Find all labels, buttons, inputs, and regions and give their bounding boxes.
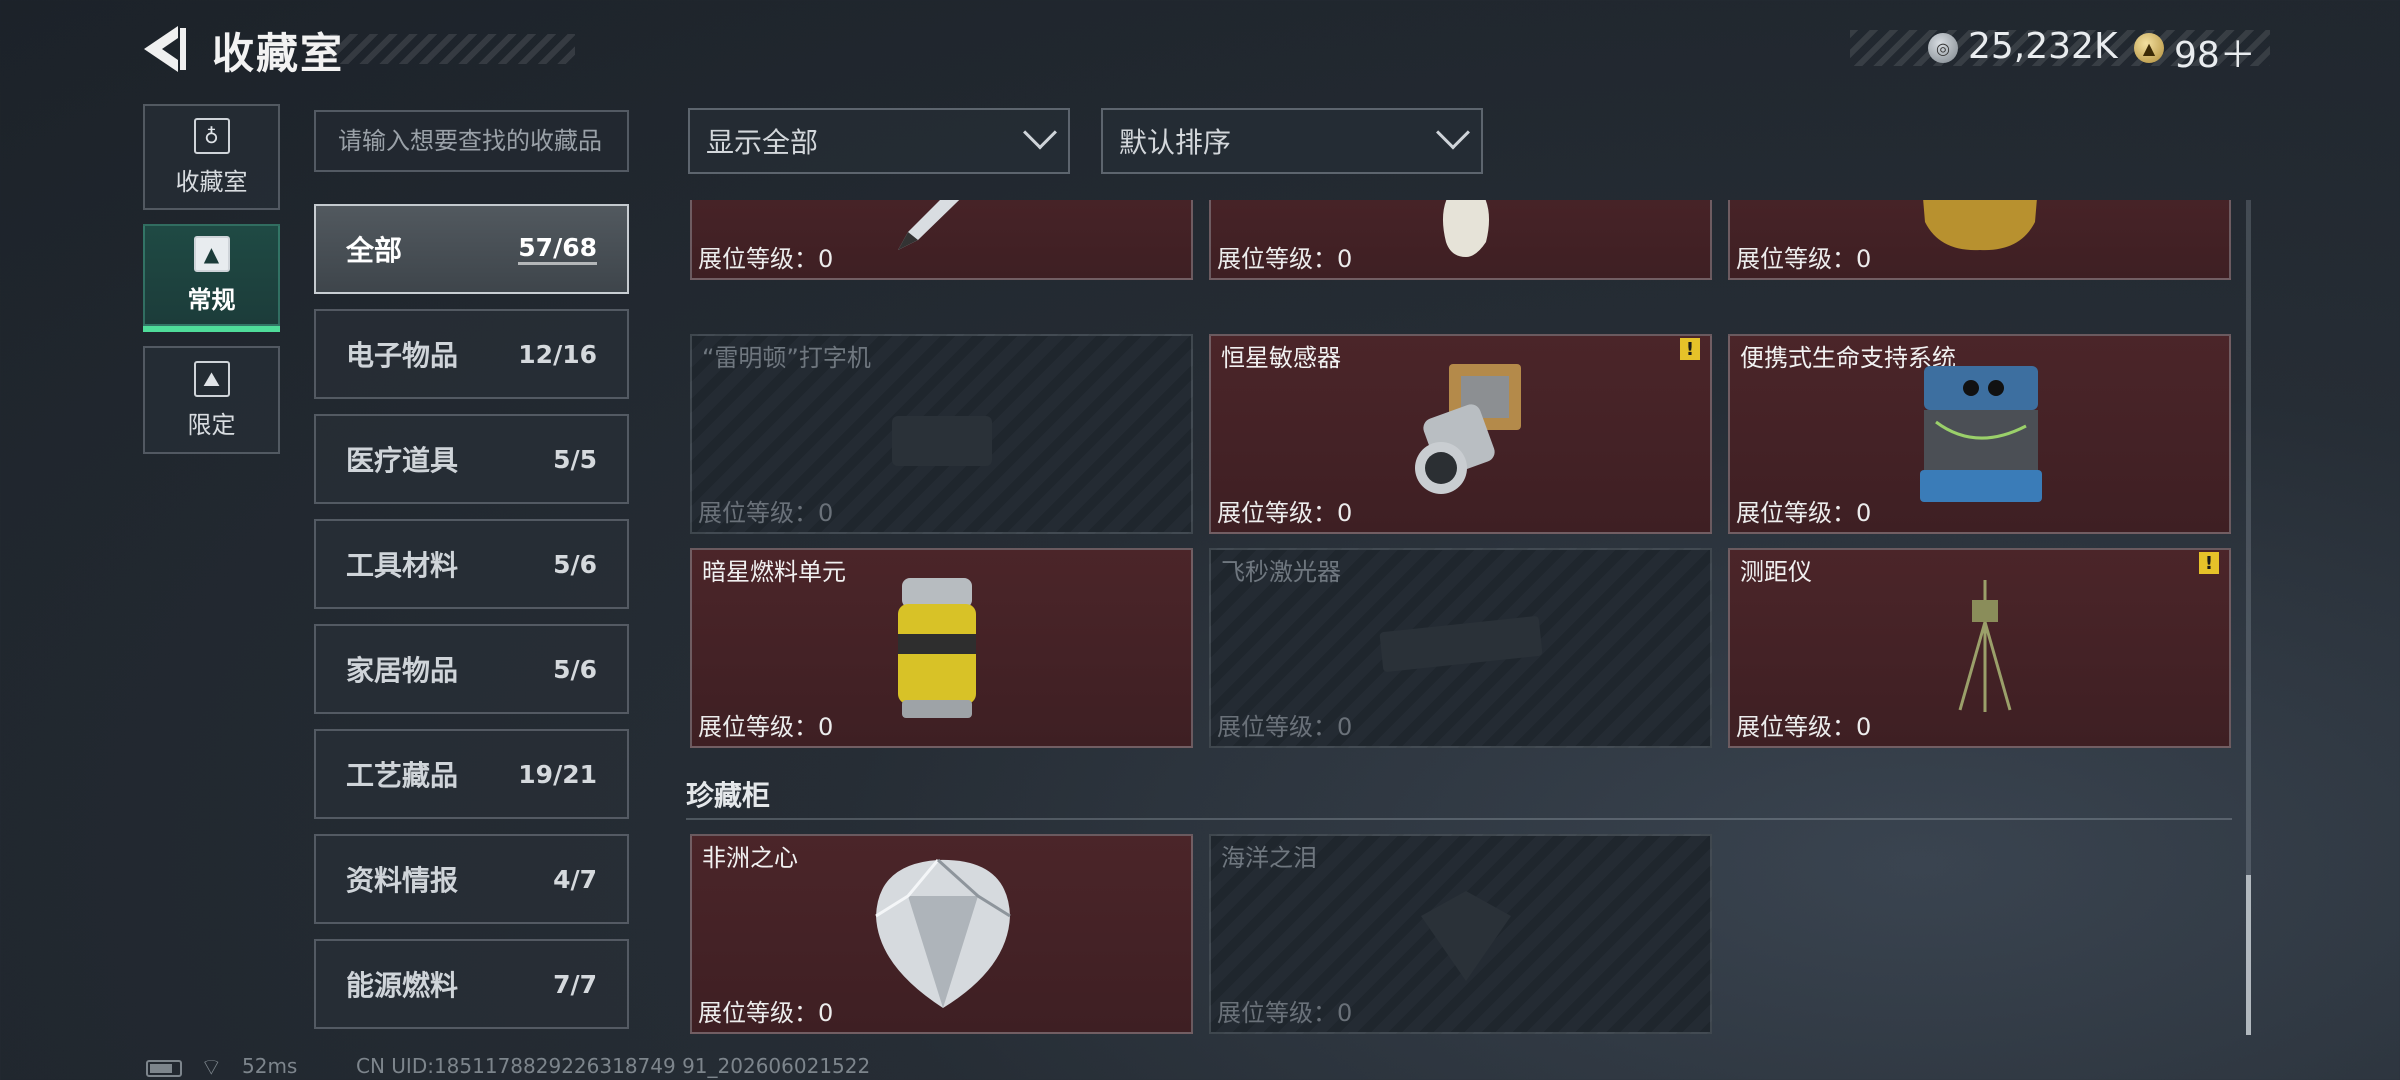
page-title: 收藏室 <box>212 29 345 78</box>
nav-label: 常规 <box>187 285 236 314</box>
category-intel[interactable]: 资料情报 4/7 <box>314 834 629 924</box>
pen-icon <box>898 200 960 250</box>
category-household[interactable]: 家居物品 5/6 <box>314 624 629 714</box>
card-level: 展位等级：0 <box>698 245 834 273</box>
chevron-down-icon <box>1436 115 1470 150</box>
category-count: 5/5 <box>553 444 597 474</box>
card-name: 非洲之心 <box>702 844 798 872</box>
card-level: 展位等级：0 <box>1736 245 1872 273</box>
card-level: 展位等级：0 <box>1217 713 1353 741</box>
collection-card[interactable]: 暗星燃料单元 展位等级：0 <box>690 548 1193 748</box>
sort-dropdown[interactable]: 默认排序 <box>1101 108 1483 174</box>
collection-room-icon: ♁ <box>193 117 230 154</box>
collection-card[interactable]: 展位等级：0 <box>1728 200 2231 280</box>
card-level: 展位等级：0 <box>698 999 834 1027</box>
card-level: 展位等级：0 <box>1736 713 1872 741</box>
category-tools[interactable]: 工具材料 5/6 <box>314 519 629 609</box>
chevron-down-icon <box>1023 115 1057 150</box>
section-divider <box>686 818 2232 820</box>
category-name: 工具材料 <box>346 549 459 582</box>
collection-card[interactable]: 海洋之泪 展位等级：0 <box>1209 834 1712 1034</box>
category-name: 医疗道具 <box>346 444 459 477</box>
laser-icon <box>1379 616 1543 672</box>
title-decoration <box>330 34 575 64</box>
category-count: 5/6 <box>553 654 597 684</box>
collection-card[interactable]: 便携式生命支持系统 展位等级：0 <box>1728 334 2231 534</box>
collection-card[interactable]: “雷明顿”打字机 展位等级：0 <box>690 334 1193 534</box>
collection-card[interactable]: 展位等级：0 <box>1209 200 1712 280</box>
fuel-canister-icon <box>898 578 976 718</box>
gold-token-icon: ▲ <box>2134 33 2164 63</box>
gem-icon <box>1421 891 1511 981</box>
category-name: 家居物品 <box>346 654 459 687</box>
typewriter-icon <box>892 416 992 466</box>
category-electronics[interactable]: 电子物品 12/16 <box>314 309 629 399</box>
ping-text: 52ms <box>242 1054 298 1078</box>
collection-grid[interactable]: 展位等级：0 展位等级：0 展位等级：0 “雷明顿”打字机 展位等级：0 恒星敏… <box>686 200 2246 1040</box>
category-energy[interactable]: 能源燃料 7/7 <box>314 939 629 1029</box>
category-name: 电子物品 <box>346 339 459 372</box>
battery-icon <box>146 1060 182 1077</box>
collection-card[interactable]: 展位等级：0 <box>690 200 1193 280</box>
category-count: 57/68 <box>518 233 597 265</box>
collection-card[interactable]: 恒星敏感器 ! 展位等级：0 <box>1209 334 1712 534</box>
nav-limited[interactable]: ⛰ 限定 <box>143 346 280 454</box>
life-support-icon <box>1920 366 2042 502</box>
warning-badge-icon: ! <box>1680 338 1700 360</box>
nav-regular[interactable]: ▲ 常规 <box>143 224 280 326</box>
regular-icon: ▲ <box>193 235 230 272</box>
vase-icon <box>1443 200 1489 257</box>
golden-statue-icon <box>1923 200 2037 251</box>
back-arrow-icon <box>144 26 186 72</box>
rangefinder-icon <box>1958 580 2012 712</box>
category-count: 19/21 <box>518 759 597 789</box>
warning-badge-icon: ! <box>2199 552 2219 574</box>
star-sensor-icon <box>1415 364 1521 494</box>
currency1-value: 25,232K <box>1968 26 2118 67</box>
category-name: 全部 <box>346 234 403 267</box>
card-name: 飞秒激光器 <box>1221 558 1341 586</box>
card-level: 展位等级：0 <box>1736 499 1872 527</box>
scrollbar-thumb[interactable] <box>2246 875 2251 1035</box>
card-level: 展位等级：0 <box>1217 499 1353 527</box>
collection-card[interactable]: 测距仪 ! 展位等级：0 <box>1728 548 2231 748</box>
category-crafts[interactable]: 工艺藏品 19/21 <box>314 729 629 819</box>
category-all[interactable]: 全部 57/68 <box>314 204 629 294</box>
limited-icon: ⛰ <box>193 360 230 397</box>
category-count: 7/7 <box>553 969 597 999</box>
nav-label: 收藏室 <box>175 167 248 196</box>
card-name: “雷明顿”打字机 <box>702 344 871 372</box>
category-count: 4/7 <box>553 864 597 894</box>
diamond-icon <box>875 858 1011 1008</box>
category-count: 12/16 <box>518 339 597 369</box>
category-count: 5/6 <box>553 549 597 579</box>
uid-text: CN UID:1851178829226318749 91_2026060215… <box>356 1054 871 1078</box>
back-button[interactable] <box>140 22 190 76</box>
collection-card[interactable]: 飞秒激光器 展位等级：0 <box>1209 548 1712 748</box>
category-medical[interactable]: 医疗道具 5/5 <box>314 414 629 504</box>
category-name: 资料情报 <box>346 864 459 897</box>
section-title: 珍藏柜 <box>686 779 771 812</box>
sort-value: 默认排序 <box>1119 126 1232 159</box>
currency2-value[interactable]: 98＋ <box>2174 26 2256 78</box>
collection-card[interactable]: 非洲之心 展位等级：0 <box>690 834 1193 1034</box>
card-level: 展位等级：0 <box>698 713 834 741</box>
card-name: 暗星燃料单元 <box>702 558 846 586</box>
silver-coin-icon: ◎ <box>1928 33 1958 63</box>
display-filter-dropdown[interactable]: 显示全部 <box>688 108 1070 174</box>
card-level: 展位等级：0 <box>1217 999 1353 1027</box>
nav-active-indicator <box>143 326 280 332</box>
wifi-icon: ⌔ <box>200 1053 223 1080</box>
card-level: 展位等级：0 <box>698 499 834 527</box>
nav-label: 限定 <box>187 410 236 439</box>
category-name: 能源燃料 <box>346 969 459 1002</box>
search-input[interactable] <box>314 110 629 172</box>
card-name: 测距仪 <box>1740 558 1812 586</box>
card-name: 恒星敏感器 <box>1221 344 1341 372</box>
display-filter-value: 显示全部 <box>706 126 819 159</box>
nav-collection-room[interactable]: ♁ 收藏室 <box>143 104 280 210</box>
card-name: 海洋之泪 <box>1221 844 1317 872</box>
card-level: 展位等级：0 <box>1217 245 1353 273</box>
category-name: 工艺藏品 <box>346 759 459 792</box>
